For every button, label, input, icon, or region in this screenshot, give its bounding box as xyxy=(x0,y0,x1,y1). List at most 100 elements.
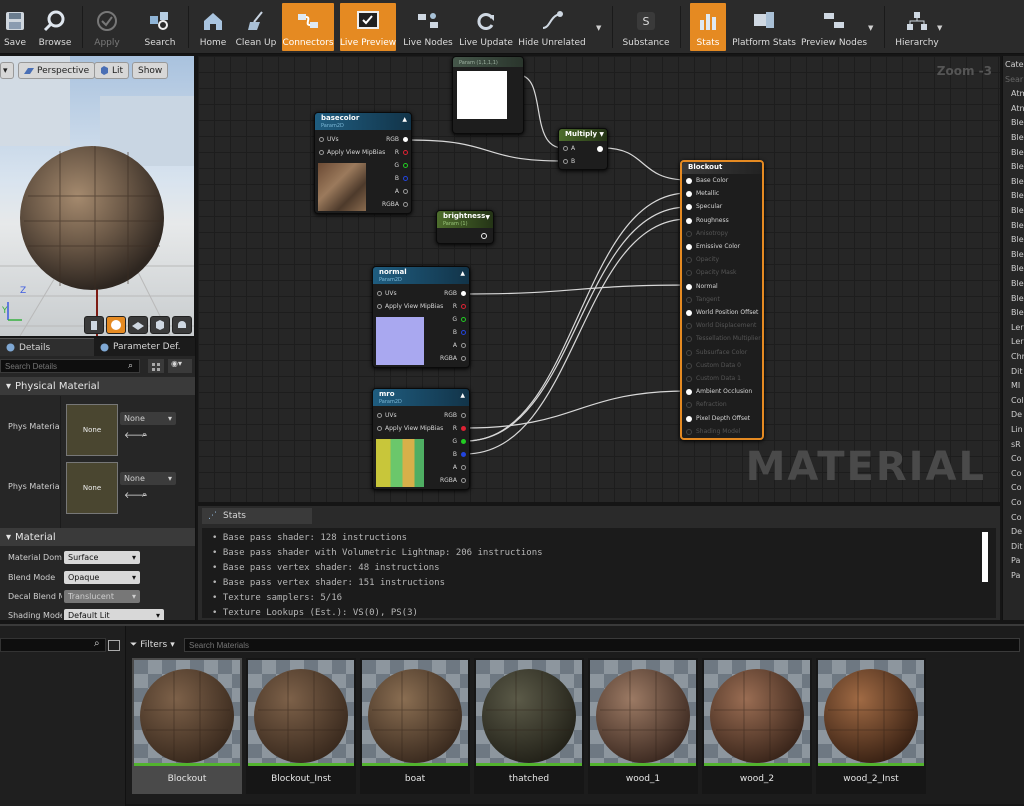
palette-item[interactable]: Dit xyxy=(1011,367,1023,376)
asset-tile[interactable]: wood_2 xyxy=(702,658,812,794)
materials-search-input[interactable] xyxy=(184,638,1020,652)
plane-mesh-button[interactable] xyxy=(128,316,148,334)
pin-rgba[interactable]: RGBA xyxy=(382,201,399,208)
result-pin-dot[interactable] xyxy=(686,362,692,369)
material-domain-combo[interactable]: Surface ▾ xyxy=(64,551,140,564)
palette-item[interactable]: Ler xyxy=(1011,337,1024,346)
pin-rgb[interactable]: RGB xyxy=(444,290,457,297)
palette-item[interactable]: Chr xyxy=(1011,352,1024,361)
palette-item[interactable]: Atn xyxy=(1011,104,1024,113)
phys-material-2-combo[interactable]: None ▾ xyxy=(120,472,176,485)
pin-r[interactable]: R xyxy=(453,425,457,432)
palette-item[interactable]: sR xyxy=(1011,440,1021,449)
show-button[interactable]: Show xyxy=(132,62,169,79)
cylinder-mesh-button[interactable] xyxy=(84,316,104,334)
palette-item[interactable]: Ble xyxy=(1011,148,1024,157)
tab-parameter-defaults[interactable]: Parameter Def. xyxy=(94,338,194,356)
pin-g[interactable]: G xyxy=(394,162,399,169)
decal-blend-combo[interactable]: Translucent ▾ xyxy=(64,590,140,603)
palette-item[interactable]: Col xyxy=(1011,396,1024,405)
result-pin-dot[interactable] xyxy=(686,217,692,224)
save-button[interactable]: Save xyxy=(2,3,28,51)
pin-r[interactable]: R xyxy=(453,303,457,310)
palette-item[interactable]: Pa xyxy=(1011,571,1020,580)
pin-uvs[interactable]: UVs xyxy=(385,290,397,297)
node-basecolor[interactable]: basecolor Param2D ▲ UVs Apply View MipBia… xyxy=(314,112,412,214)
result-pin-dot[interactable] xyxy=(686,376,692,382)
platform-stats-button[interactable]: Platform Stats xyxy=(732,3,796,51)
node-blockout-result[interactable]: Blockout Base Color Metallic Specular Rough… xyxy=(680,160,764,440)
visibility-button[interactable]: ◉▾ xyxy=(168,359,192,373)
collapse-node-icon[interactable]: ▲ xyxy=(460,270,465,277)
result-pin-dot[interactable] xyxy=(686,402,692,409)
preview-nodes-button[interactable]: Preview Nodes xyxy=(801,3,867,51)
result-pin-dot[interactable] xyxy=(686,283,692,290)
node-param-vector[interactable]: Param (1,1,1,1) xyxy=(452,56,524,134)
pin-b[interactable]: B xyxy=(571,158,575,165)
sphere-mesh-button[interactable] xyxy=(106,316,126,334)
multiply-output-pin[interactable] xyxy=(597,146,603,152)
pin-uvs[interactable]: UVs xyxy=(385,412,397,419)
result-pin-dot[interactable] xyxy=(686,244,692,250)
pin-g[interactable]: G xyxy=(452,438,457,445)
collapse-node-icon[interactable]: ▲ xyxy=(460,392,465,399)
apply-button[interactable]: Apply xyxy=(90,3,124,51)
collapse-node-icon[interactable]: ▼ xyxy=(485,214,490,221)
pin-rgb[interactable]: RGB xyxy=(444,412,457,419)
pin-r[interactable]: R xyxy=(395,149,399,156)
collapse-node-icon[interactable]: ▲ xyxy=(402,116,407,123)
palette-item[interactable]: Ble xyxy=(1011,162,1024,171)
pin-a[interactable]: A xyxy=(453,342,457,349)
palette-item[interactable]: Co xyxy=(1011,454,1021,463)
palette-item[interactable]: Co xyxy=(1011,513,1021,522)
custom-mesh-button[interactable] xyxy=(172,316,192,334)
palette-item[interactable]: Ble xyxy=(1011,133,1024,142)
palette-item[interactable]: Ler xyxy=(1011,323,1024,332)
phys-material-combo[interactable]: None ▾ xyxy=(120,412,176,425)
pin-b[interactable]: B xyxy=(395,175,399,182)
pin-a[interactable]: A xyxy=(571,145,575,152)
palette-item[interactable]: Ble xyxy=(1011,177,1024,186)
asset-tile[interactable]: Blockout_Inst xyxy=(246,658,356,794)
pin-b[interactable]: B xyxy=(453,329,457,336)
palette-item[interactable]: Co xyxy=(1011,469,1021,478)
palette-item[interactable]: Atm xyxy=(1011,89,1024,98)
live-update-button[interactable]: Live Update xyxy=(458,3,514,51)
tab-details[interactable]: Details xyxy=(0,338,94,356)
live-nodes-button[interactable]: Live Nodes xyxy=(402,3,454,51)
phys-material-2-thumbnail[interactable]: None xyxy=(66,462,118,514)
tab-stats[interactable]: ⋰ Stats xyxy=(202,508,312,524)
browse-magnifier-icon[interactable]: ⌕ xyxy=(142,490,147,500)
asset-tile[interactable]: boat xyxy=(360,658,470,794)
stats-scrollbar[interactable] xyxy=(982,532,988,582)
list-icon[interactable] xyxy=(108,640,120,651)
result-pin-dot[interactable] xyxy=(686,270,692,277)
asset-tile[interactable]: thatched xyxy=(474,658,584,794)
node-brightness[interactable]: brightness Param (1) ▼ xyxy=(436,210,494,244)
palette-item[interactable]: Ble xyxy=(1011,294,1024,303)
preview-nodes-dropdown-icon[interactable]: ▼ xyxy=(868,24,873,32)
palette-item[interactable]: Ble xyxy=(1011,235,1024,244)
hide-unrelated-dropdown-icon[interactable]: ▼ xyxy=(596,24,601,32)
pin-mipbias[interactable]: Apply View MipBias xyxy=(385,425,443,432)
palette-item[interactable]: Ble xyxy=(1011,191,1024,200)
palette-item[interactable]: Ble xyxy=(1011,118,1024,127)
palette-item[interactable]: De xyxy=(1011,410,1022,419)
pin-b[interactable]: B xyxy=(453,451,457,458)
viewport-options-button[interactable]: ▾ xyxy=(0,62,14,79)
lit-button[interactable]: Lit xyxy=(94,62,130,79)
palette-item[interactable]: Ble xyxy=(1011,206,1024,215)
pin-a[interactable]: A xyxy=(395,188,399,195)
node-mro[interactable]: mro Param2D ▲ UVs Apply View MipBias RGB … xyxy=(372,388,470,490)
pin-g[interactable]: G xyxy=(452,316,457,323)
palette-item[interactable]: Ble xyxy=(1011,221,1024,230)
node-multiply[interactable]: Multiply ▼ A B xyxy=(558,128,608,170)
blend-mode-combo[interactable]: Opaque ▾ xyxy=(64,571,140,584)
result-pin-dot[interactable] xyxy=(686,323,692,330)
phys-material-thumbnail[interactable]: None xyxy=(66,404,118,456)
result-pin-dot[interactable] xyxy=(686,415,692,422)
palette-item[interactable]: Ble xyxy=(1011,250,1024,259)
pin-rgba[interactable]: RGBA xyxy=(440,355,457,362)
grid-view-button[interactable] xyxy=(148,359,164,373)
perspective-button[interactable]: Perspective xyxy=(18,62,96,79)
